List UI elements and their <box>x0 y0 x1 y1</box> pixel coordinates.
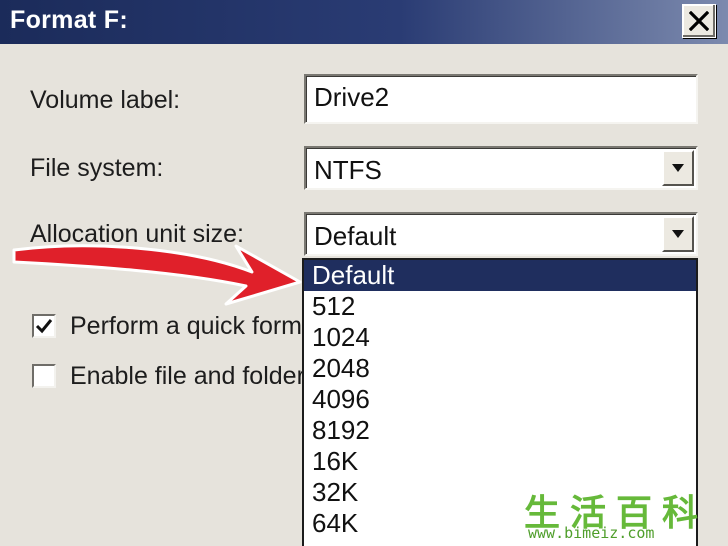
annotation-arrow-icon <box>12 244 302 306</box>
site-watermark: 生活百科 www.bimeiz.com <box>520 484 720 544</box>
watermark-url: www.bimeiz.com <box>528 524 655 542</box>
